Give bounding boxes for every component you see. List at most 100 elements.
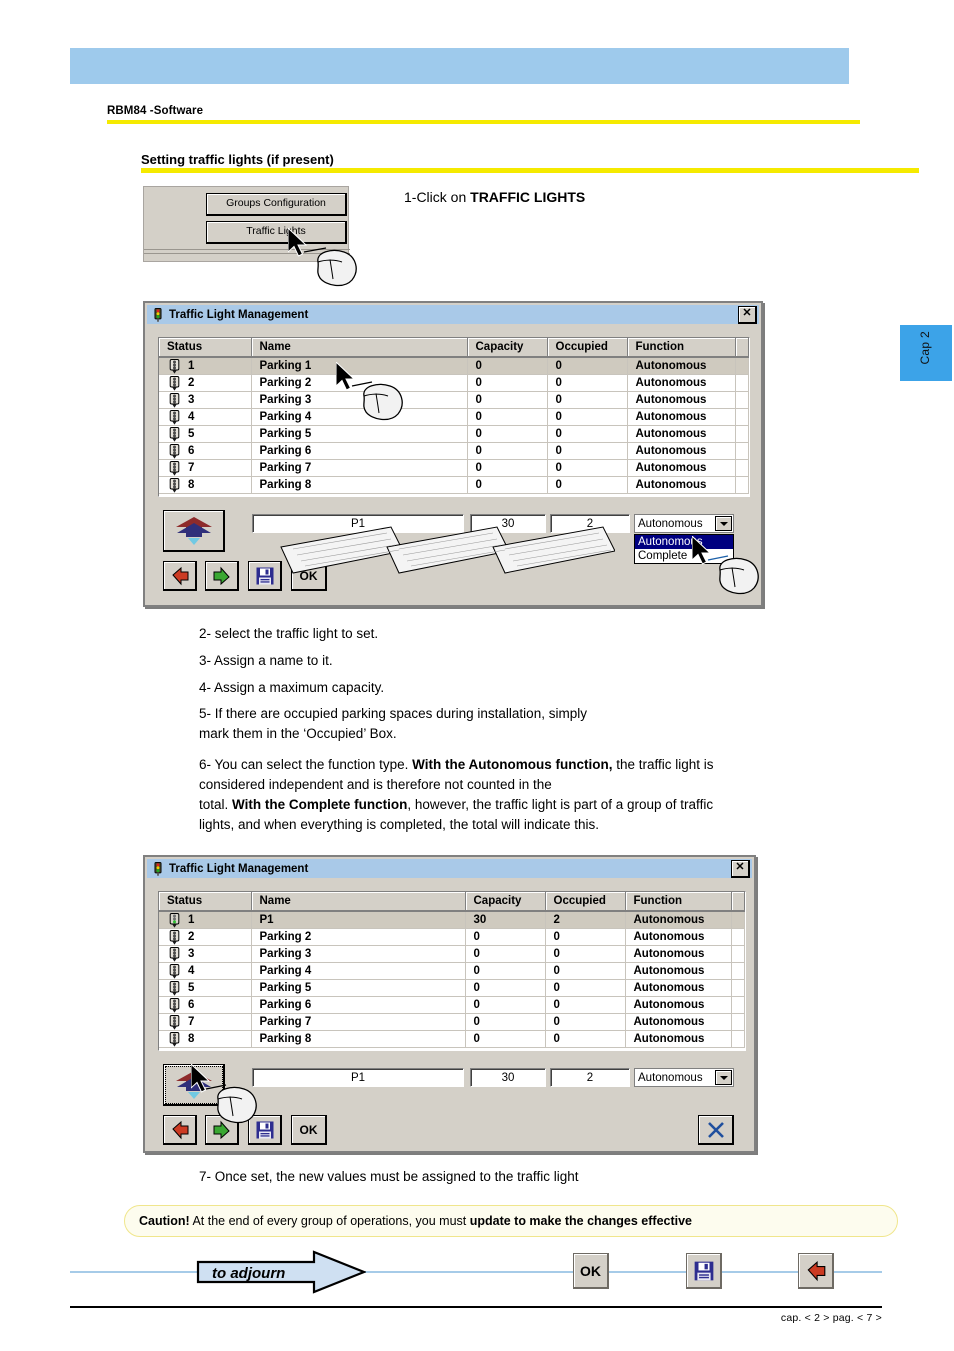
table-row[interactable]: 3 Parking 3 0 0 Autonomous xyxy=(159,391,749,409)
column-header-status[interactable]: Status xyxy=(159,892,252,912)
cell-status: 4 xyxy=(159,962,252,980)
cell-function: Autonomous xyxy=(627,442,736,460)
cell-function: Autonomous xyxy=(625,962,732,980)
name-input-2[interactable]: P1 xyxy=(252,1068,464,1087)
table-row[interactable]: 1 Parking 1 0 0 Autonomous xyxy=(159,357,749,375)
table-row[interactable]: 5 Parking 5 0 0 Autonomous xyxy=(159,979,745,997)
next-record-button[interactable] xyxy=(205,561,239,591)
row-index: 3 xyxy=(188,394,195,406)
column-header-status[interactable]: Status xyxy=(159,338,252,358)
to-adjourn-label: to adjourn xyxy=(212,1265,285,1282)
cell-status: 3 xyxy=(159,391,252,409)
row-index: 4 xyxy=(188,411,195,423)
step-6-a: 6- You can select the function type. xyxy=(199,757,413,772)
traffic-light-icon-2 xyxy=(151,861,165,876)
occupied-input-2[interactable]: 2 xyxy=(550,1068,630,1087)
column-header-spacer xyxy=(731,892,745,912)
table-row[interactable]: 6 Parking 6 0 0 Autonomous xyxy=(159,442,749,460)
function-select-2[interactable]: Autonomous xyxy=(634,1068,734,1087)
row-index: 1 xyxy=(188,914,195,926)
table-row[interactable]: 5 Parking 5 0 0 Autonomous xyxy=(159,425,749,443)
column-header-capacity[interactable]: Capacity xyxy=(465,892,546,912)
assign-values-button[interactable] xyxy=(163,510,225,552)
cell-status: 1 xyxy=(159,357,252,375)
cell-function: Autonomous xyxy=(627,374,736,392)
cell-occupied: 0 xyxy=(545,945,626,963)
cell-spacer xyxy=(731,996,745,1014)
cell-capacity: 0 xyxy=(465,1013,546,1031)
cell-capacity: 0 xyxy=(467,408,548,426)
close-icon-2[interactable]: ✕ xyxy=(731,859,750,878)
table-row[interactable]: 3 Parking 3 0 0 Autonomous xyxy=(159,945,745,963)
cell-capacity: 0 xyxy=(465,962,546,980)
chevron-down-icon-1[interactable] xyxy=(715,516,732,531)
cell-capacity: 0 xyxy=(467,425,548,443)
table-row[interactable]: 1 P1 30 2 Autonomous xyxy=(159,911,745,929)
traffic-light-status-icon xyxy=(169,477,180,493)
traffic-lights-table-body-1: Status Name Capacity Occupied Function 1 Park… xyxy=(159,338,749,494)
footer-ok-button[interactable]: OK xyxy=(573,1253,609,1289)
cell-name: Parking 2 xyxy=(251,928,466,946)
traffic-lights-button[interactable]: Traffic Lights xyxy=(206,221,347,244)
table-row[interactable]: 7 Parking 7 0 0 Autonomous xyxy=(159,1013,745,1031)
chapter-tab-label: Cap 2 xyxy=(918,331,932,365)
traffic-lights-table-1[interactable]: Status Name Capacity Occupied Function 1 Park… xyxy=(158,337,750,497)
footer-back-button[interactable] xyxy=(798,1253,834,1289)
step-7-text: 7- Once set, the new values must be assi… xyxy=(199,1169,579,1184)
column-header-name[interactable]: Name xyxy=(251,892,466,912)
cell-function: Autonomous xyxy=(625,996,732,1014)
cell-function: Autonomous xyxy=(625,1013,732,1031)
column-header-capacity[interactable]: Capacity xyxy=(467,338,548,358)
table-row[interactable]: 4 Parking 4 0 0 Autonomous xyxy=(159,962,745,980)
capacity-input-2[interactable]: 30 xyxy=(470,1068,546,1087)
function-select-1[interactable]: Autonomous xyxy=(634,514,734,533)
traffic-lights-table-2[interactable]: Status Name Capacity Occupied Function 1 P1 30… xyxy=(158,891,746,1051)
chevron-down-icon-2[interactable] xyxy=(715,1070,732,1085)
table-row[interactable]: 7 Parking 7 0 0 Autonomous xyxy=(159,459,749,477)
groups-configuration-button[interactable]: Groups Configuration xyxy=(206,193,347,216)
column-header-function[interactable]: Function xyxy=(625,892,732,912)
cell-occupied: 2 xyxy=(545,911,626,929)
close-icon[interactable]: ✕ xyxy=(738,305,757,324)
cell-occupied: 0 xyxy=(547,408,628,426)
step-6-e: total. xyxy=(199,797,233,812)
footer-save-button[interactable] xyxy=(686,1253,722,1289)
cell-name: Parking 5 xyxy=(251,425,468,443)
cell-occupied: 0 xyxy=(547,391,628,409)
table-row[interactable]: 8 Parking 8 0 0 Autonomous xyxy=(159,476,749,494)
cell-capacity: 0 xyxy=(465,996,546,1014)
title-underline-rule xyxy=(141,168,919,173)
header-band xyxy=(70,48,860,84)
previous-record-button-2[interactable] xyxy=(163,1115,197,1145)
column-header-name[interactable]: Name xyxy=(251,338,468,358)
close-x-icon xyxy=(707,1121,724,1138)
table-row[interactable]: 2 Parking 2 0 0 Autonomous xyxy=(159,928,745,946)
previous-record-button[interactable] xyxy=(163,561,197,591)
step-6-d: considered independent and is therefore … xyxy=(199,777,552,792)
red-up-left-arrow-icon-2 xyxy=(171,1120,188,1139)
cell-spacer xyxy=(735,442,749,460)
row-index: 6 xyxy=(188,445,195,457)
step-6-c: the traffic light is xyxy=(612,757,714,772)
column-header-occupied[interactable]: Occupied xyxy=(547,338,628,358)
column-header-function[interactable]: Function xyxy=(627,338,736,358)
cell-function: Autonomous xyxy=(625,1030,732,1048)
cell-occupied: 0 xyxy=(547,459,628,477)
cell-status: 6 xyxy=(159,996,252,1014)
traffic-light-status-icon xyxy=(169,980,180,996)
cancel-button-2[interactable] xyxy=(698,1115,734,1145)
table-row[interactable]: 2 Parking 2 0 0 Autonomous xyxy=(159,374,749,392)
table-row[interactable]: 4 Parking 4 0 0 Autonomous xyxy=(159,408,749,426)
traffic-light-status-icon xyxy=(169,963,180,979)
table-row[interactable]: 8 Parking 8 0 0 Autonomous xyxy=(159,1030,745,1048)
column-header-occupied[interactable]: Occupied xyxy=(545,892,626,912)
table-header-row: Status Name Capacity Occupied Function xyxy=(159,338,749,358)
row-index: 6 xyxy=(188,999,195,1011)
traffic-light-status-icon xyxy=(169,392,180,408)
cell-function: Autonomous xyxy=(627,476,736,494)
function-option-autonomous[interactable]: Autonomous xyxy=(635,535,733,549)
cell-occupied: 0 xyxy=(545,979,626,997)
table-row[interactable]: 6 Parking 6 0 0 Autonomous xyxy=(159,996,745,1014)
traffic-lights-table-body-2: Status Name Capacity Occupied Function 1 P1 30… xyxy=(159,892,745,1048)
ok-button-2[interactable]: OK xyxy=(291,1115,327,1145)
